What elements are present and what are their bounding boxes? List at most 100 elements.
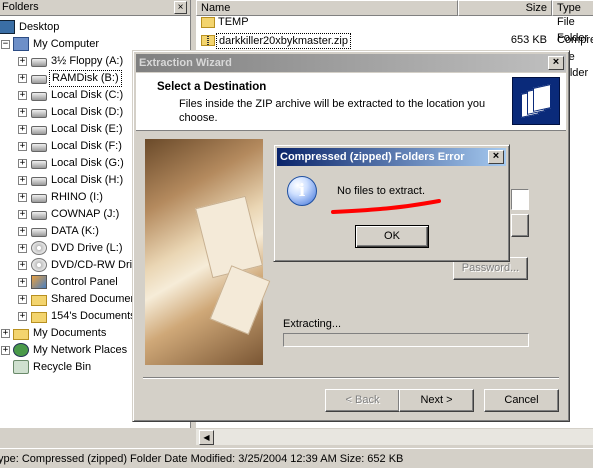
tree-item-label: Local Disk (D:) bbox=[51, 106, 124, 118]
tree-item-label: COWNAP (J:) bbox=[51, 208, 120, 220]
expand-icon[interactable]: + bbox=[18, 176, 27, 185]
wizard-header: Select a Destination Files inside the ZI… bbox=[136, 73, 566, 131]
drive-icon bbox=[31, 160, 47, 169]
tree-item-label: My Computer bbox=[33, 38, 100, 50]
password-button-label: Password... bbox=[461, 262, 520, 274]
expand-icon[interactable]: + bbox=[18, 125, 27, 134]
next-button[interactable]: Next > bbox=[399, 389, 474, 412]
tree-item-label: Local Disk (G:) bbox=[51, 157, 124, 169]
tree-item-label: DATA (K:) bbox=[51, 225, 99, 237]
tree-item-label: Local Disk (E:) bbox=[51, 123, 123, 135]
cancel-button[interactable]: Cancel bbox=[484, 389, 559, 412]
tree-item-label: Local Disk (H:) bbox=[51, 174, 124, 186]
error-dialog-titlebar[interactable]: Compressed (zipped) Folders Error × bbox=[277, 148, 506, 166]
file-row-zip[interactable]: darkkiller20xbykmaster.zip 653 KB Compre… bbox=[196, 32, 593, 49]
expand-icon[interactable]: + bbox=[18, 210, 27, 219]
error-close-icon[interactable]: × bbox=[488, 150, 504, 164]
folder-icon bbox=[201, 17, 215, 28]
drive-icon bbox=[31, 126, 47, 135]
column-header-type-label: Type bbox=[557, 2, 581, 14]
red-underline-annotation bbox=[331, 199, 441, 214]
collapse-icon[interactable]: − bbox=[1, 40, 10, 49]
expand-icon[interactable]: + bbox=[1, 346, 10, 355]
tree-item-label: Desktop bbox=[19, 21, 60, 33]
zip-file-icon bbox=[201, 35, 215, 46]
drive-icon bbox=[31, 143, 47, 152]
wizard-heading: Select a Destination bbox=[157, 81, 267, 93]
drive-icon bbox=[31, 177, 47, 186]
column-header-name-label: Name bbox=[201, 2, 231, 14]
tree-item-label: My Documents bbox=[33, 327, 107, 339]
expand-icon[interactable]: + bbox=[18, 244, 27, 253]
file-size: 653 KB bbox=[510, 34, 547, 46]
tree-item-label: 154's Documents bbox=[51, 310, 136, 322]
folders-logo-icon bbox=[512, 77, 560, 125]
tree-item-label: RHINO (I:) bbox=[51, 191, 103, 203]
wizard-titlebar[interactable]: Extraction Wizard × bbox=[136, 54, 566, 72]
tree-item-label: Control Panel bbox=[51, 276, 118, 288]
folder-icon bbox=[31, 295, 47, 306]
tree-item-label: Local Disk (C:) bbox=[51, 89, 124, 101]
drive-icon bbox=[31, 109, 47, 118]
destination-field-edge[interactable] bbox=[511, 189, 529, 210]
file-row-temp[interactable]: TEMP File Folder bbox=[196, 14, 593, 44]
network-drive-icon bbox=[31, 228, 47, 237]
expand-icon[interactable]: + bbox=[18, 91, 27, 100]
error-message: No files to extract. bbox=[337, 185, 426, 197]
recycle-bin-icon bbox=[13, 360, 29, 374]
status-bar: ype: Compressed (zipped) Folder Date Mod… bbox=[0, 448, 593, 468]
wizard-divider bbox=[143, 377, 559, 379]
network-places-icon bbox=[13, 343, 29, 357]
tree-item-label: DVD Drive (L:) bbox=[51, 242, 123, 254]
error-dialog-title: Compressed (zipped) Folders Error bbox=[280, 151, 465, 163]
expand-icon[interactable]: + bbox=[18, 159, 27, 168]
expand-icon[interactable]: + bbox=[18, 261, 27, 270]
control-panel-icon bbox=[31, 275, 47, 289]
file-name: TEMP bbox=[218, 16, 249, 28]
extracting-label: Extracting... bbox=[283, 318, 342, 330]
computer-icon bbox=[13, 37, 29, 51]
tree-item-label: Local Disk (F:) bbox=[51, 140, 122, 152]
folders-pane-title: Folders bbox=[2, 1, 39, 13]
expand-icon[interactable]: + bbox=[1, 329, 10, 338]
cancel-button-label: Cancel bbox=[504, 394, 539, 406]
floppy-drive-icon bbox=[31, 58, 47, 67]
scroll-left-icon[interactable]: ◀ bbox=[199, 430, 214, 445]
tree-item-label: My Network Places bbox=[33, 344, 128, 356]
folder-icon bbox=[13, 329, 29, 340]
expand-icon[interactable]: + bbox=[18, 278, 27, 287]
file-type: Compressed bbox=[557, 34, 593, 46]
expand-icon[interactable]: + bbox=[18, 227, 27, 236]
expand-icon[interactable]: + bbox=[18, 312, 27, 321]
column-header-size-label: Size bbox=[525, 2, 547, 14]
back-button-label: < Back bbox=[345, 394, 380, 406]
back-button[interactable]: < Back bbox=[325, 389, 400, 412]
network-drive-icon bbox=[31, 211, 47, 220]
expand-icon[interactable]: + bbox=[18, 74, 27, 83]
wizard-close-icon[interactable]: × bbox=[548, 56, 564, 70]
folders-pane-header: Folders × bbox=[0, 0, 190, 16]
expand-icon[interactable]: + bbox=[18, 295, 27, 304]
tree-item-label: Recycle Bin bbox=[33, 361, 92, 373]
tree-item-label: RAMDisk (B:) bbox=[49, 70, 122, 87]
close-icon[interactable]: × bbox=[174, 1, 187, 14]
folder-icon bbox=[31, 312, 47, 323]
drive-icon bbox=[31, 75, 47, 84]
expand-icon[interactable]: + bbox=[18, 108, 27, 117]
dvd-drive-icon bbox=[31, 258, 47, 272]
wizard-title: Extraction Wizard bbox=[139, 57, 232, 69]
ok-button[interactable]: OK bbox=[355, 225, 429, 248]
expand-icon[interactable]: + bbox=[18, 193, 27, 202]
information-icon: i bbox=[287, 176, 317, 206]
expand-icon[interactable]: + bbox=[18, 142, 27, 151]
extraction-progress-bar bbox=[283, 333, 529, 347]
horizontal-scrollbar[interactable]: ◀ bbox=[196, 428, 593, 445]
browse-button-edge[interactable] bbox=[511, 214, 529, 237]
drive-icon bbox=[31, 92, 47, 101]
tree-item[interactable]: Desktop bbox=[0, 19, 191, 36]
file-name: darkkiller20xbykmaster.zip bbox=[216, 33, 351, 49]
expand-icon[interactable]: + bbox=[18, 57, 27, 66]
wizard-subheading: Files inside the ZIP archive will be ext… bbox=[179, 98, 486, 124]
dvd-drive-icon bbox=[31, 241, 47, 255]
desktop-icon bbox=[0, 20, 15, 34]
